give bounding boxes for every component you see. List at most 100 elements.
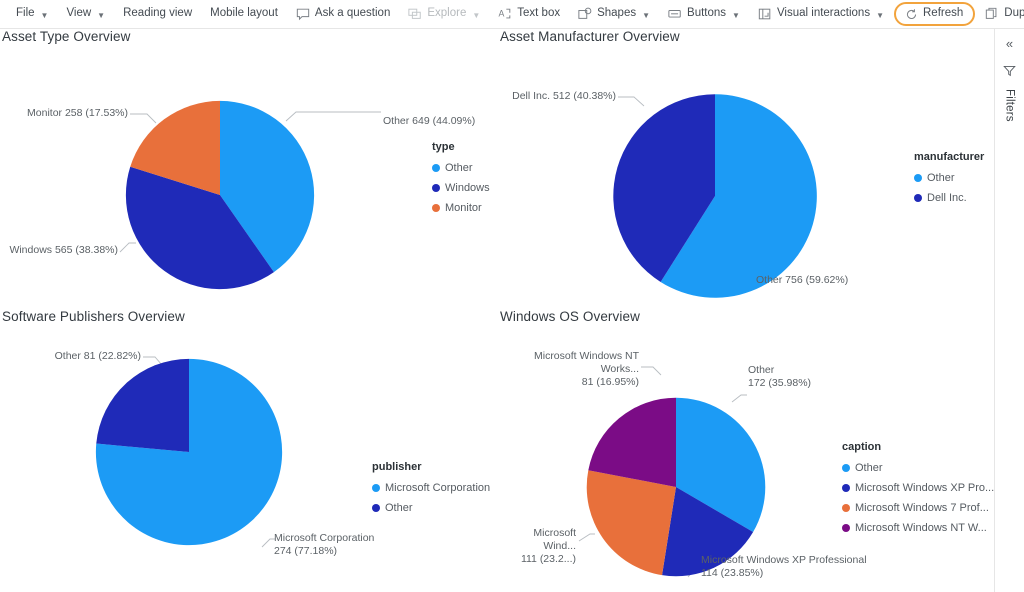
button-ask-a-question[interactable]: Ask a question: [288, 3, 398, 25]
button-explore[interactable]: Explore ▼: [400, 3, 488, 25]
chevron-down-icon: ▼: [472, 11, 480, 20]
filters-rail: « Filters: [994, 29, 1024, 592]
data-label-windows-xp-professional: Microsoft Windows XP Professional 114 (2…: [701, 554, 891, 580]
chevron-down-icon: ▼: [41, 11, 49, 20]
menu-reading-view[interactable]: Reading view: [115, 3, 200, 25]
visual-title: Windows OS Overview: [500, 309, 640, 324]
legend-label: Other: [855, 463, 883, 474]
legend-swatch: [842, 504, 850, 512]
pie-chart-windows-os[interactable]: [583, 394, 769, 580]
visual-software-publishers-overview[interactable]: Software Publishers Overview Other 81 (2…: [0, 309, 496, 592]
duplicate-page-icon: [985, 7, 999, 21]
legend-item[interactable]: Microsoft Windows XP Pro...: [842, 478, 994, 498]
legend-swatch: [432, 184, 440, 192]
expand-pane-icon[interactable]: «: [1006, 37, 1013, 50]
chevron-down-icon: ▼: [97, 11, 105, 20]
chevron-down-icon: ▼: [642, 11, 650, 20]
data-label-other: Other 172 (35.98%): [748, 364, 878, 390]
power-bi-report-page: File ▼ View ▼ Reading view Mobile layout…: [0, 0, 1024, 592]
legend-asset-type: type Other Windows Monitor: [432, 141, 490, 218]
legend-item[interactable]: Microsoft Windows 7 Prof...: [842, 498, 994, 518]
visual-asset-manufacturer-overview[interactable]: Asset Manufacturer Overview Dell Inc. 51…: [498, 29, 993, 309]
report-toolbar: File ▼ View ▼ Reading view Mobile layout…: [0, 0, 1024, 29]
menu-file[interactable]: File ▼: [8, 3, 56, 25]
legend-label: Microsoft Windows XP Pro...: [855, 483, 994, 494]
legend-label: Microsoft Windows NT W...: [855, 523, 987, 534]
data-label-windows-7-professional: Microsoft Wind... 111 (23.2...): [498, 527, 576, 566]
legend-swatch: [914, 174, 922, 182]
legend-label: Other: [445, 163, 473, 174]
legend-title: manufacturer: [914, 151, 984, 163]
pie-chart-asset-type[interactable]: [122, 97, 318, 293]
legend-item[interactable]: Dell Inc.: [914, 188, 984, 208]
button-text-box[interactable]: A Text box: [490, 3, 568, 25]
legend-item[interactable]: Microsoft Windows NT W...: [842, 518, 994, 538]
legend-title: type: [432, 141, 490, 153]
legend-swatch: [372, 504, 380, 512]
data-label-windows-nt-workstation: Microsoft Windows NT Works... 81 (16.95%…: [498, 350, 639, 389]
legend-label: Microsoft Corporation: [385, 483, 490, 494]
data-label-other: Other 756 (59.62%): [756, 274, 916, 287]
legend-swatch: [432, 164, 440, 172]
visual-interactions-icon: [758, 7, 772, 21]
legend-label: Windows: [445, 183, 490, 194]
visual-title: Asset Type Overview: [2, 29, 130, 44]
data-label-dell-inc: Dell Inc. 512 (40.38%): [498, 90, 616, 103]
button-refresh[interactable]: Refresh: [894, 2, 975, 26]
legend-label: Other: [385, 503, 413, 514]
visual-title: Software Publishers Overview: [2, 309, 185, 324]
chevron-down-icon: ▼: [732, 11, 740, 20]
menu-view[interactable]: View ▼: [58, 3, 113, 25]
legend-software-publishers: publisher Microsoft Corporation Other: [372, 461, 490, 518]
chat-bubble-icon: [296, 7, 310, 21]
visual-title: Asset Manufacturer Overview: [500, 29, 680, 44]
legend-swatch: [432, 204, 440, 212]
legend-swatch: [842, 524, 850, 532]
visual-asset-type-overview[interactable]: Asset Type Overview Monitor 258 (17.53%)…: [0, 29, 496, 309]
legend-windows-os: caption Other Microsoft Windows XP Pro..…: [842, 441, 994, 538]
legend-title: publisher: [372, 461, 490, 473]
legend-swatch: [372, 484, 380, 492]
data-label-other: Other 649 (44.09%): [383, 115, 503, 128]
legend-label: Monitor: [445, 203, 482, 214]
pie-chart-asset-manufacturer[interactable]: [609, 90, 821, 302]
button-shapes[interactable]: Shapes ▼: [570, 3, 658, 25]
legend-item[interactable]: Windows: [432, 178, 490, 198]
legend-item[interactable]: Microsoft Corporation: [372, 478, 490, 498]
button-visual-interactions[interactable]: Visual interactions ▼: [750, 3, 892, 25]
chevron-down-icon: ▼: [876, 11, 884, 20]
shapes-icon: [578, 7, 592, 21]
filter-funnel-icon[interactable]: [1003, 64, 1016, 82]
data-label-microsoft-corporation: Microsoft Corporation 274 (77.18%): [274, 532, 434, 558]
data-label-other: Other 81 (22.82%): [0, 350, 141, 363]
legend-asset-manufacturer: manufacturer Other Dell Inc.: [914, 151, 984, 208]
data-label-monitor: Monitor 258 (17.53%): [0, 107, 128, 120]
legend-item[interactable]: Other: [914, 168, 984, 188]
legend-swatch: [842, 484, 850, 492]
legend-title: caption: [842, 441, 994, 453]
text-box-icon: A: [498, 7, 512, 21]
legend-item[interactable]: Other: [372, 498, 490, 518]
legend-label: Dell Inc.: [927, 193, 967, 204]
report-canvas: Asset Type Overview Monitor 258 (17.53%)…: [0, 29, 993, 592]
buttons-icon: [668, 7, 682, 21]
button-duplicate-this-page[interactable]: Duplicate this page: [977, 3, 1024, 25]
legend-swatch: [914, 194, 922, 202]
visual-windows-os-overview[interactable]: Windows OS Overview Microsoft Windows NT…: [498, 309, 993, 592]
legend-label: Other: [927, 173, 955, 184]
legend-item[interactable]: Other: [432, 158, 490, 178]
button-buttons[interactable]: Buttons ▼: [660, 3, 748, 25]
refresh-icon: [904, 7, 918, 21]
svg-text:A: A: [499, 9, 505, 19]
legend-item[interactable]: Other: [842, 458, 994, 478]
pie-chart-software-publishers[interactable]: [92, 355, 286, 549]
pie-slice-windows-7-professional[interactable]: [587, 470, 676, 575]
legend-item[interactable]: Monitor: [432, 198, 490, 218]
filters-pane-label[interactable]: Filters: [1004, 89, 1016, 122]
legend-swatch: [842, 464, 850, 472]
legend-label: Microsoft Windows 7 Prof...: [855, 503, 989, 514]
pie-slice-other[interactable]: [96, 359, 189, 452]
menu-mobile-layout[interactable]: Mobile layout: [202, 3, 286, 25]
explore-icon: [408, 7, 422, 21]
data-label-windows: Windows 565 (38.38%): [0, 244, 118, 257]
